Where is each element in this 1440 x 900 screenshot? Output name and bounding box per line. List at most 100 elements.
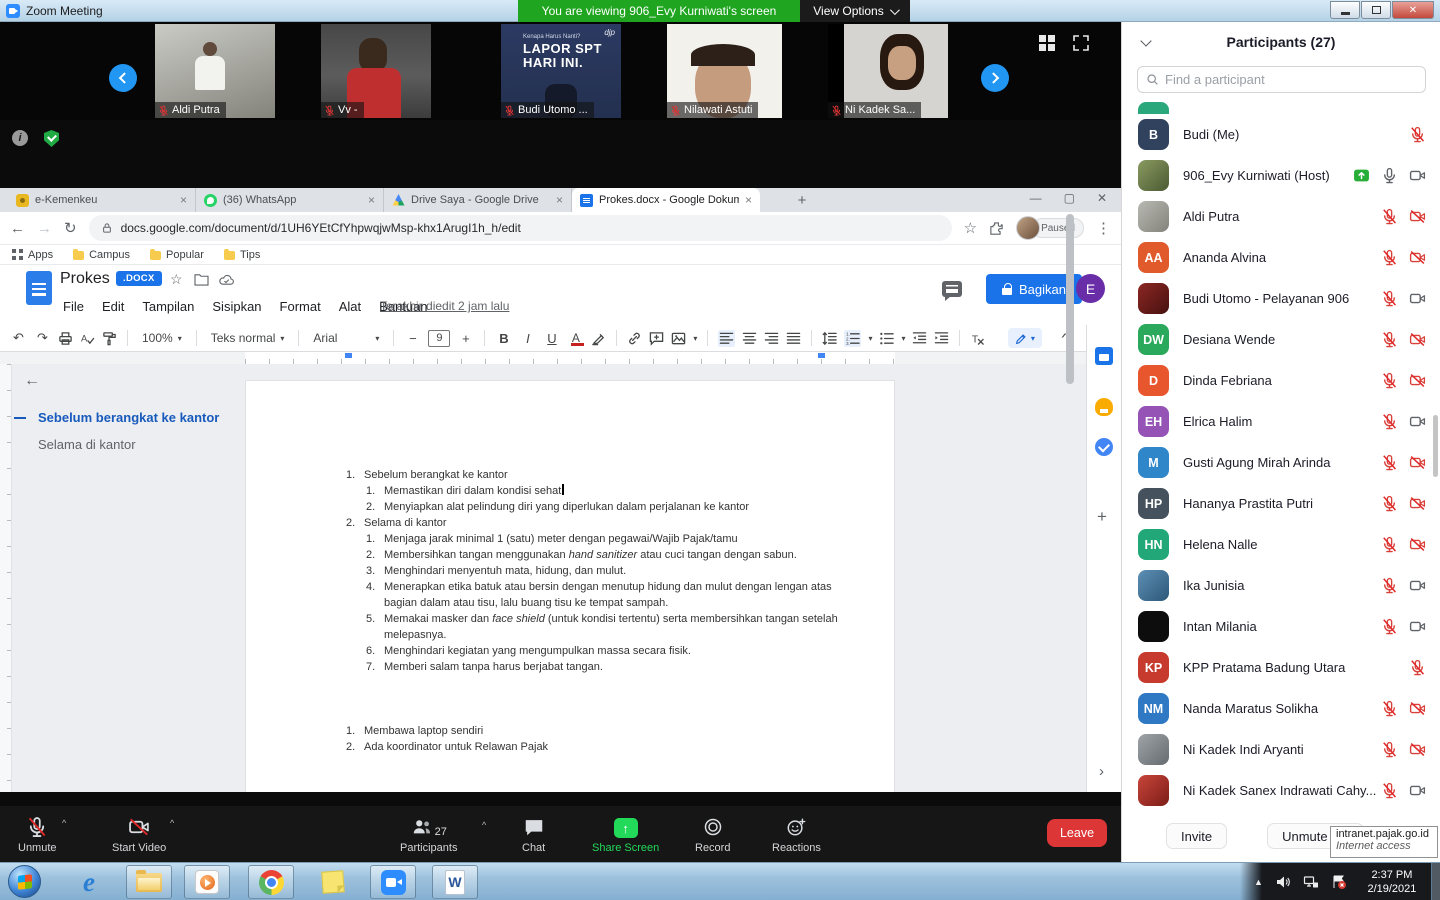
tab-close-icon[interactable]: × [368,193,375,207]
insert-link-icon[interactable] [627,331,642,346]
new-tab-button[interactable]: + [790,188,814,212]
start-video-button[interactable]: ^ Start Video [112,812,166,854]
insert-image-icon[interactable] [671,331,686,346]
minimize-button[interactable] [1330,1,1360,19]
taskbar-word[interactable]: W [432,865,478,899]
participant-row[interactable]: Ni Kadek Sanex Indrawati Cahy... [1122,770,1440,810]
fullscreen-icon[interactable] [1072,34,1090,52]
decrease-font-size-icon[interactable]: − [404,330,421,347]
forward-icon[interactable]: → [37,220,52,237]
invite-button[interactable]: Invite [1166,823,1227,849]
participant-row[interactable]: Intan Milania [1122,606,1440,647]
align-center-icon[interactable] [742,331,757,346]
network-icon[interactable] [1303,874,1319,890]
video-options-caret[interactable]: ^ [170,818,174,828]
menu-item[interactable]: Format [273,297,328,316]
video-thumbnail[interactable]: Nilawati Astuti [667,24,782,118]
video-thumbnail[interactable]: djp Kenapa Harus Nanti? LAPOR SPT HARI I… [501,24,621,118]
gallery-view-icon[interactable] [1038,34,1056,52]
action-center-flag-icon[interactable] [1331,874,1347,890]
tasks-icon[interactable] [1095,438,1113,456]
tab-close-icon[interactable]: × [556,193,563,207]
paragraph-style-select[interactable]: Teks normal▾ [207,331,289,345]
browser-close-button[interactable]: ✕ [1097,191,1107,205]
browser-tab[interactable]: (36) WhatsApp × [196,188,384,212]
highlight-icon[interactable] [591,331,606,346]
participant-row[interactable]: KP KPP Pratama Badung Utara [1122,647,1440,688]
unmute-button[interactable]: ^ Unmute [18,812,57,854]
document-page[interactable]: 1. Sebelum berangkat ke kantor 1. Memast… [245,380,895,792]
bookmark-item[interactable]: Campus [73,249,130,261]
last-edited-link[interactable]: Terakhir diedit 2 jam lalu [380,299,509,313]
cloud-status-icon[interactable] [219,273,234,286]
outline-item[interactable]: Selama di kantor [14,431,239,458]
collapse-side-panel-icon[interactable]: › [1099,763,1104,780]
align-justify-icon[interactable] [786,331,801,346]
maximize-button[interactable] [1361,1,1391,19]
reactions-button[interactable]: Reactions [772,812,821,854]
document-title[interactable]: Prokes [60,270,110,288]
address-bar[interactable]: docs.google.com/document/d/1UH6YEtCfYhpw… [89,215,952,241]
italic-icon[interactable]: I [519,330,536,347]
participant-row[interactable]: Ika Junisia [1122,565,1440,606]
bookmark-item[interactable]: Tips [224,249,260,261]
open-comments-icon[interactable] [942,281,962,297]
line-spacing-icon[interactable] [822,331,837,346]
bookmark-item[interactable]: Apps [12,249,53,261]
text-color-icon[interactable]: A [572,333,580,343]
align-right-icon[interactable] [764,331,779,346]
participants-scrollbar[interactable] [1433,415,1438,477]
tab-close-icon[interactable]: × [180,193,187,207]
taskbar-sticky-notes[interactable] [310,865,356,899]
participant-row[interactable]: EH Elrica Halim [1122,401,1440,442]
previous-videos-button[interactable] [109,64,137,92]
tray-expand-icon[interactable]: ▲ [1254,877,1263,887]
print-icon[interactable] [58,331,73,346]
back-icon[interactable]: ← [10,220,25,237]
participants-options-caret[interactable]: ^ [482,820,486,830]
leave-button[interactable]: Leave [1047,819,1107,847]
tab-close-icon[interactable]: × [745,193,752,207]
browser-tab[interactable]: e-Kemenkeu × [8,188,196,212]
numbered-list-icon[interactable]: 1.2.3. [845,331,860,346]
mic-options-caret[interactable]: ^ [62,818,66,828]
increase-indent-icon[interactable] [934,331,949,346]
participant-search[interactable] [1137,66,1426,93]
taskbar-clock[interactable]: 2:37 PM 2/19/2021 [1357,868,1427,896]
video-thumbnail[interactable]: Vv - [321,24,431,118]
chat-button[interactable]: Chat [522,812,545,854]
font-size-field[interactable]: 9 [428,330,450,347]
close-button[interactable]: ✕ [1392,1,1434,19]
browser-tab[interactable]: Drive Saya - Google Drive × [384,188,572,212]
taskbar-zoom[interactable] [370,865,416,899]
participants-button[interactable]: 27 ^ Participants [400,812,457,854]
record-button[interactable]: Record [695,812,730,854]
video-thumbnail[interactable]: Ni Kadek Sa... [828,24,948,118]
indent-marker[interactable] [345,353,352,358]
taskbar-media-player[interactable] [184,865,230,899]
menu-item[interactable]: Alat [332,297,368,316]
browser-menu-icon[interactable]: ⋮ [1096,219,1111,237]
calendar-icon[interactable] [1095,347,1113,365]
participant-row[interactable]: HP Hananya Prastita Putri [1122,483,1440,524]
browser-minimize-button[interactable]: — [1030,191,1042,205]
font-select[interactable]: Arial▾ [309,331,383,345]
extension-puzzle-icon[interactable] [989,221,1004,236]
clear-formatting-icon[interactable]: T [970,331,985,346]
bulleted-list-icon[interactable] [879,331,894,346]
align-left-icon[interactable] [719,331,734,346]
browser-maximize-button[interactable]: ▢ [1064,191,1075,205]
underline-icon[interactable]: U [543,330,560,347]
participant-row[interactable]: AA Ananda Alvina [1122,237,1440,278]
refresh-icon[interactable]: ↻ [64,219,77,237]
redo-icon[interactable]: ↷ [34,330,51,347]
video-thumbnail[interactable]: Aldi Putra [155,24,275,118]
collapse-panel-icon[interactable] [1140,35,1151,46]
participant-row[interactable]: NM Nanda Maratus Solikha [1122,688,1440,729]
share-screen-button[interactable]: ↑ Share Screen [592,812,659,854]
editing-mode-button[interactable]: ▾ [1008,328,1042,348]
volume-icon[interactable] [1275,874,1291,890]
indent-marker[interactable] [818,353,825,358]
zoom-select[interactable]: 100%▾ [138,331,186,345]
participant-row[interactable]: D Dinda Febriana [1122,360,1440,401]
